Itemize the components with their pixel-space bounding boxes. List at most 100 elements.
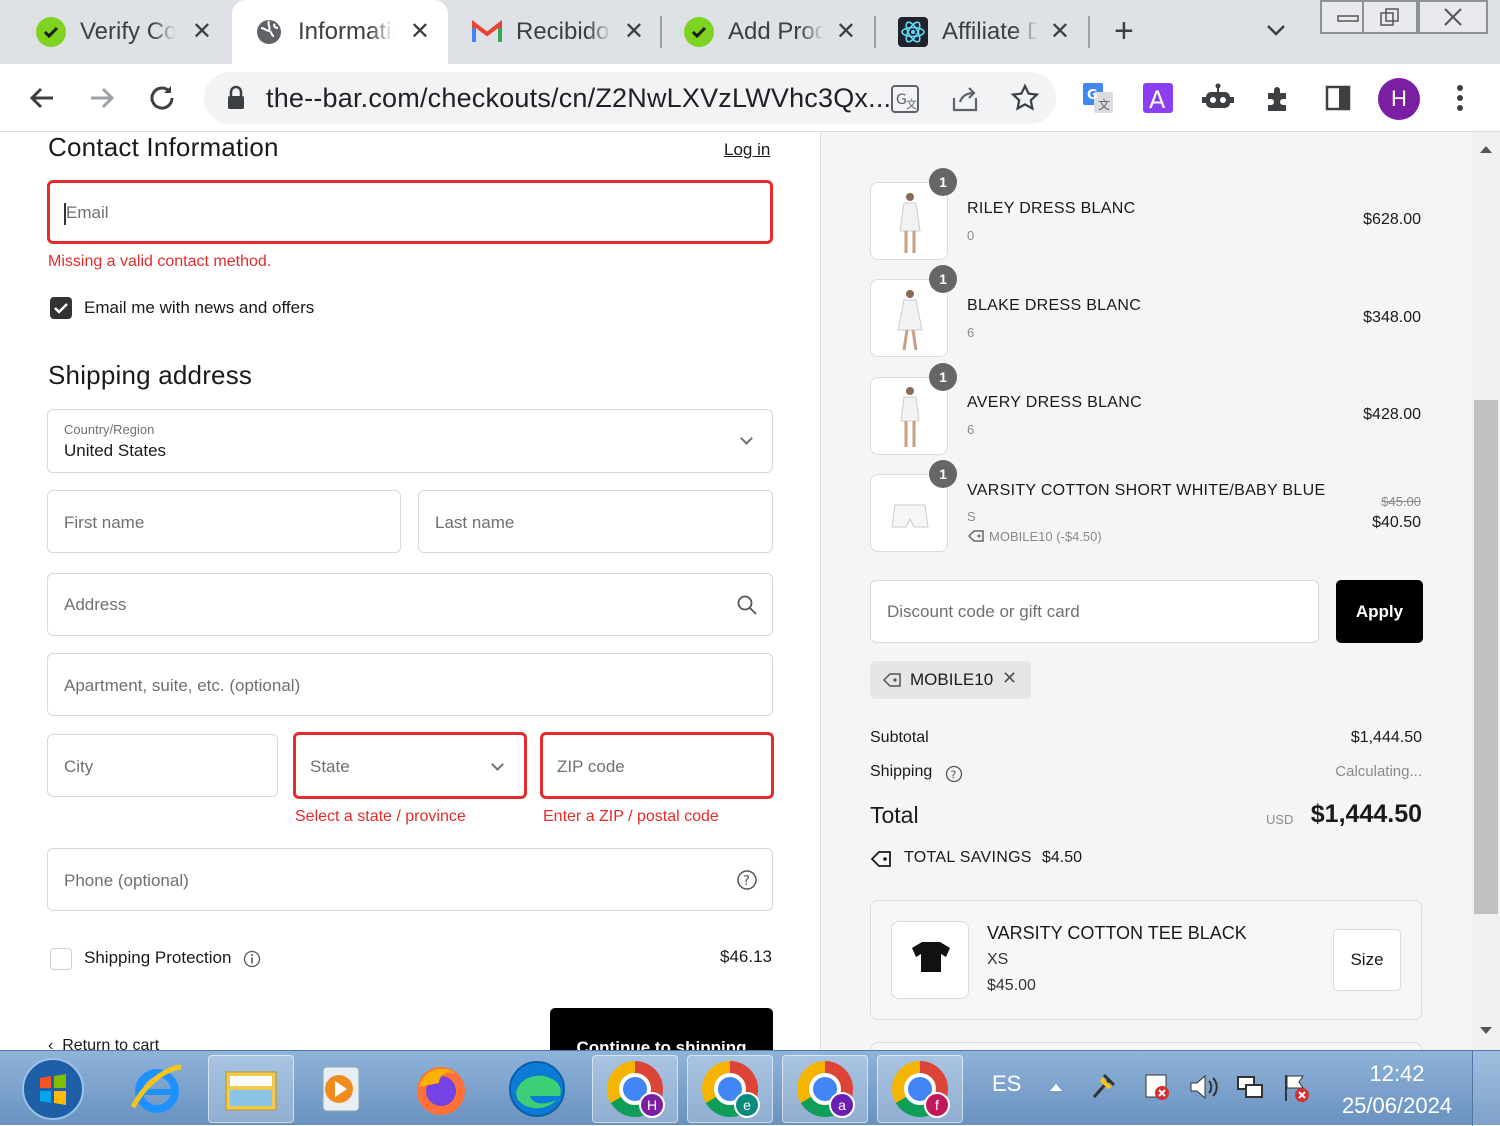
tab-information[interactable]: Information ✕ bbox=[232, 0, 448, 64]
back-icon[interactable] bbox=[22, 78, 62, 118]
last-name-field[interactable]: Last name bbox=[418, 490, 773, 553]
action-center-icon[interactable] bbox=[1088, 1071, 1118, 1101]
tab-add-product[interactable]: Add Product ✕ bbox=[662, 0, 874, 64]
tab-verify-code[interactable]: Verify Code ✕ bbox=[14, 0, 230, 64]
internet-explorer-icon[interactable] bbox=[114, 1055, 200, 1123]
shipping-heading: Shipping address bbox=[48, 360, 253, 390]
login-link[interactable]: Log in bbox=[724, 140, 770, 160]
file-explorer-icon[interactable] bbox=[208, 1055, 294, 1123]
tab-recibidos[interactable]: Recibidos ✕ bbox=[450, 0, 662, 64]
side-panel-icon[interactable] bbox=[1318, 78, 1358, 118]
svg-text:A: A bbox=[1149, 86, 1166, 114]
continue-to-shipping-button[interactable]: Continue to shipping bbox=[550, 1008, 773, 1050]
extensions-puzzle-icon[interactable] bbox=[1258, 78, 1298, 118]
currency-code: USD bbox=[1266, 812, 1294, 827]
help-circle-icon[interactable]: ? bbox=[736, 869, 758, 891]
state-error: Select a state / province bbox=[295, 808, 466, 825]
tab-search-chevron-icon[interactable] bbox=[1262, 16, 1290, 49]
chrome-window-f[interactable]: f bbox=[877, 1055, 963, 1123]
discount-code-input[interactable]: Discount code or gift card bbox=[870, 580, 1319, 643]
clock-time[interactable]: 12:42 bbox=[1340, 1061, 1454, 1087]
newsletter-label: Email me with news and offers bbox=[84, 298, 315, 317]
zip-error: Enter a ZIP / postal code bbox=[543, 808, 719, 825]
address-field[interactable]: Address bbox=[47, 573, 773, 636]
flag-alert-icon[interactable] bbox=[1280, 1071, 1312, 1105]
svg-text:G: G bbox=[1087, 88, 1098, 103]
product-variant: 6 bbox=[967, 325, 975, 340]
tshirt-image bbox=[912, 942, 950, 972]
first-name-field[interactable]: First name bbox=[47, 490, 401, 553]
total-label: Total bbox=[870, 802, 919, 828]
restore-icon[interactable] bbox=[1362, 0, 1418, 34]
windows-logo-icon bbox=[22, 1058, 84, 1120]
tab-affiliate-dashboard[interactable]: Affiliate Dashboard ✕ bbox=[876, 0, 1088, 64]
apartment-field[interactable]: Apartment, suite, etc. (optional) bbox=[47, 653, 773, 716]
help-circle-icon[interactable]: ? bbox=[945, 765, 963, 783]
language-indicator[interactable]: ES bbox=[992, 1071, 1021, 1097]
show-hidden-icons-icon[interactable] bbox=[1048, 1081, 1064, 1093]
close-tab-icon[interactable]: ✕ bbox=[624, 18, 644, 46]
chevron-down-icon bbox=[740, 432, 753, 445]
zip-field[interactable]: ZIP code bbox=[540, 732, 774, 799]
clock-date[interactable]: 25/06/2024 bbox=[1330, 1093, 1464, 1119]
page-scrollbar[interactable] bbox=[1472, 132, 1500, 1050]
shopify-check-icon bbox=[684, 17, 714, 47]
reload-icon[interactable] bbox=[142, 78, 182, 118]
chrome-window-h[interactable]: H bbox=[592, 1055, 678, 1123]
address-bar[interactable]: the--bar.com/checkouts/cn/Z2NwLXVzLWVhc3… bbox=[204, 72, 1056, 124]
remove-code-icon[interactable]: ✕ bbox=[1002, 668, 1017, 689]
newsletter-checkbox[interactable] bbox=[50, 297, 72, 319]
new-tab-icon[interactable]: + bbox=[1114, 14, 1134, 48]
bookmark-star-icon[interactable] bbox=[1010, 83, 1040, 118]
subtotal-value: $1,444.50 bbox=[1350, 729, 1422, 746]
translate-icon[interactable]: G文 bbox=[890, 84, 920, 119]
city-field[interactable]: City bbox=[47, 734, 278, 797]
lock-icon[interactable] bbox=[226, 85, 246, 116]
profile-badge: H bbox=[639, 1092, 665, 1118]
a-extension-icon[interactable]: A bbox=[1138, 78, 1178, 118]
profile-badge: f bbox=[924, 1092, 950, 1118]
close-window-icon[interactable] bbox=[1418, 0, 1488, 34]
show-desktop-button[interactable] bbox=[1472, 1051, 1500, 1126]
state-select[interactable]: State bbox=[293, 732, 527, 799]
country-select[interactable]: Country/Region United States bbox=[47, 409, 773, 473]
scroll-down-arrow-icon[interactable] bbox=[1479, 1026, 1493, 1036]
security-alert-icon[interactable] bbox=[1140, 1069, 1172, 1103]
item-discount: MOBILE10 (-$4.50) bbox=[967, 529, 1102, 544]
menu-kebab-icon[interactable] bbox=[1440, 78, 1480, 118]
product-variant: 0 bbox=[967, 228, 975, 243]
upsell-card: VARSITY COTTON TEE BLACK XS $45.00 Size bbox=[870, 900, 1422, 1020]
scroll-up-arrow-icon[interactable] bbox=[1479, 144, 1493, 154]
firefox-icon[interactable] bbox=[398, 1055, 484, 1123]
svg-text:?: ? bbox=[951, 769, 957, 782]
volume-icon[interactable] bbox=[1188, 1073, 1220, 1101]
email-field[interactable]: Email bbox=[47, 180, 773, 244]
upsell-thumbnail bbox=[891, 921, 969, 999]
close-tab-icon[interactable]: ✕ bbox=[836, 18, 856, 46]
robot-extension-icon[interactable] bbox=[1198, 78, 1238, 118]
close-tab-icon[interactable]: ✕ bbox=[410, 18, 430, 46]
share-icon[interactable] bbox=[950, 84, 980, 119]
info-icon[interactable] bbox=[243, 950, 261, 968]
media-player-icon[interactable] bbox=[298, 1055, 384, 1123]
apply-button[interactable]: Apply bbox=[1336, 580, 1423, 643]
network-icon[interactable] bbox=[1234, 1073, 1266, 1103]
close-tab-icon[interactable]: ✕ bbox=[192, 18, 212, 46]
chrome-window-a[interactable]: a bbox=[782, 1055, 868, 1123]
size-select-button[interactable]: Size bbox=[1333, 929, 1401, 991]
close-tab-icon[interactable]: ✕ bbox=[1050, 18, 1070, 46]
shipping-protection-checkbox[interactable] bbox=[50, 948, 72, 970]
return-to-cart-link[interactable]: ‹ Return to cart bbox=[48, 1037, 159, 1050]
start-button[interactable] bbox=[10, 1055, 96, 1123]
checkout-page: Contact Information Log in Email Missing… bbox=[0, 132, 1500, 1050]
product-name: VARSITY COTTON SHORT WHITE/BABY BLUE bbox=[967, 482, 1326, 499]
forward-icon[interactable] bbox=[82, 78, 122, 118]
google-translate-extension-icon[interactable]: G文 bbox=[1078, 78, 1118, 118]
product-price: $40.50 bbox=[1372, 514, 1421, 531]
phone-field[interactable]: Phone (optional) ? bbox=[47, 848, 773, 911]
chrome-window-e[interactable]: e bbox=[687, 1055, 773, 1123]
upsell-variant: XS bbox=[987, 951, 1009, 968]
scrollbar-thumb[interactable] bbox=[1474, 400, 1498, 914]
profile-avatar[interactable]: H bbox=[1378, 78, 1420, 120]
edge-icon[interactable] bbox=[494, 1055, 580, 1123]
